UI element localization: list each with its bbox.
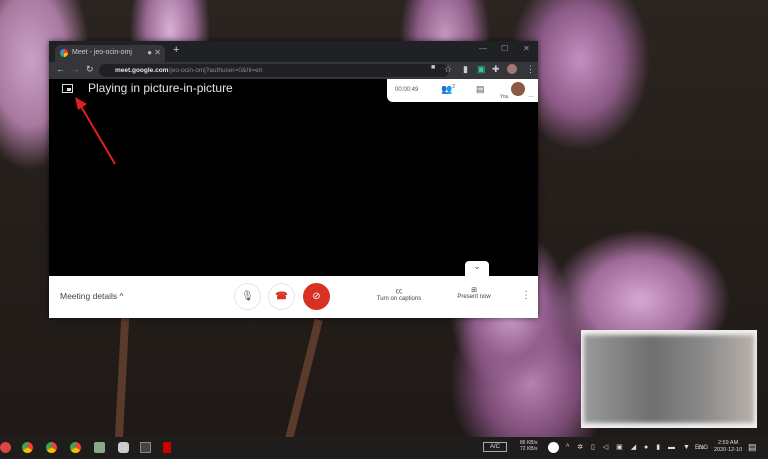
collapse-chevron-button[interactable]: ⌄ xyxy=(465,261,489,276)
app-taskbar-icon[interactable] xyxy=(94,442,105,453)
chrome-taskbar-icon[interactable] xyxy=(22,442,33,453)
clock[interactable]: 2:59 AM 2020-12-10 xyxy=(714,440,742,454)
menu-icon[interactable]: ⋮ xyxy=(526,64,535,75)
close-tab-icon[interactable]: ● ✕ xyxy=(147,48,161,57)
ac-button[interactable]: A/C xyxy=(483,442,508,452)
camera-icon[interactable]: ■ xyxy=(431,64,435,71)
time: 2:59 AM xyxy=(717,440,739,446)
puzzle-icon[interactable]: ✚ xyxy=(492,64,500,75)
meeting-details-button[interactable]: Meeting details ^ xyxy=(60,291,124,301)
red-arrow-annotation xyxy=(75,97,116,165)
self-avatar[interactable] xyxy=(511,82,525,96)
flower-stem xyxy=(114,317,130,441)
more-dots-icon[interactable]: … xyxy=(528,93,534,99)
url-host: meet.google.com xyxy=(115,67,169,74)
picture-in-picture-icon xyxy=(62,84,73,93)
present-label: Present now xyxy=(457,294,491,300)
new-tab-button[interactable]: + xyxy=(173,44,179,56)
tab-meet[interactable]: Meet - jeo-ocin-omj ● ✕ xyxy=(55,45,165,62)
chat-icon[interactable]: ▤ xyxy=(476,84,485,95)
language-indicator[interactable]: ENG xyxy=(695,445,708,451)
tab-title: Meet - jeo-ocin-omj xyxy=(72,49,132,56)
self-label: You xyxy=(500,94,509,100)
url-path: /jeo-ocin-omj?authuser=0&hl=en xyxy=(168,67,263,74)
more-options-icon[interactable]: ⋮ xyxy=(521,290,531,301)
picture-in-picture-window[interactable] xyxy=(581,330,757,428)
extension-d-icon[interactable]: ▣ xyxy=(477,64,486,75)
end-call-button[interactable]: ☎ xyxy=(268,283,295,310)
pip-message: Playing in picture-in-picture xyxy=(88,81,233,95)
people-icon[interactable]: 👥2 xyxy=(441,84,455,95)
app-taskbar-icon[interactable] xyxy=(118,442,129,453)
reload-icon[interactable]: ↻ xyxy=(86,64,94,75)
present-button[interactable]: ⊞ Present now xyxy=(444,286,504,300)
chrome-taskbar-icon[interactable] xyxy=(70,442,81,453)
cc-icon: ㏄ xyxy=(395,288,403,295)
participant-count: 2 xyxy=(452,84,455,90)
captions-label: Turn on captions xyxy=(376,296,422,302)
star-icon[interactable]: ☆ xyxy=(444,64,452,75)
meet-favicon-icon xyxy=(60,49,68,57)
meeting-details-label: Meeting details xyxy=(60,291,118,301)
close-window-button[interactable]: ✕ xyxy=(523,44,530,53)
present-icon: ⊞ xyxy=(471,287,477,294)
chevron-up-icon: ^ xyxy=(119,291,124,301)
tab-bar: Meet - jeo-ocin-omj ● ✕ + — ☐ ✕ xyxy=(49,41,538,62)
meeting-timer: 00:00:49 xyxy=(395,87,419,93)
meet-controls-bar: ⌄ Meeting details ^ 🎙 ☎ ⊘ ㏄ Turn on capti… xyxy=(49,261,538,318)
meet-content: Playing in picture-in-picture 00:00:49 👥… xyxy=(49,79,538,276)
camera-off-button[interactable]: ⊘ xyxy=(303,283,330,310)
profile-avatar[interactable] xyxy=(507,64,517,74)
microphone-button[interactable]: 🎙 xyxy=(234,283,261,310)
chrome-taskbar-icon[interactable] xyxy=(46,442,57,453)
minimize-button[interactable]: — xyxy=(479,44,487,53)
notification-icon[interactable]: ▤ xyxy=(748,442,757,453)
date: 2020-12-10 xyxy=(714,447,743,453)
flower-stem xyxy=(285,318,323,440)
chrome-window: Meet - jeo-ocin-omj ● ✕ + — ☐ ✕ ← → ↻ mee… xyxy=(49,41,538,318)
maximize-button[interactable]: ☐ xyxy=(501,44,508,53)
netflix-taskbar-icon[interactable] xyxy=(163,442,171,453)
taskbar: A/C 86 KB/s 72 KB/s ^ ✲ ▯ ◁ ▣ ◢ ● ▮ ▬ ▼ ▭… xyxy=(0,437,768,459)
toolbar: ← → ↻ meet.google.com/jeo-ocin-omj?authu… xyxy=(49,62,538,79)
extension-icon[interactable]: ▮ xyxy=(463,64,468,75)
address-bar[interactable]: meet.google.com/jeo-ocin-omj?authuser=0&… xyxy=(99,64,449,77)
tray-icons[interactable]: ^ ✲ ▯ ◁ ▣ ◢ ● ▮ ▬ ▼ ▭ xyxy=(566,443,707,451)
pip-video xyxy=(584,335,754,423)
net-up: 72 KB/s xyxy=(520,446,538,452)
network-speed: 86 KB/s 72 KB/s xyxy=(520,440,538,452)
back-icon[interactable]: ← xyxy=(56,64,65,74)
meeting-info-panel: 00:00:49 👥2 ▤ You … xyxy=(387,79,538,102)
terminal-taskbar-icon[interactable] xyxy=(140,442,151,453)
chrome-taskbar-icon[interactable] xyxy=(0,442,11,453)
captions-button[interactable]: ㏄ Turn on captions xyxy=(369,286,429,302)
moon-icon[interactable] xyxy=(548,442,559,453)
forward-icon[interactable]: → xyxy=(71,64,80,74)
